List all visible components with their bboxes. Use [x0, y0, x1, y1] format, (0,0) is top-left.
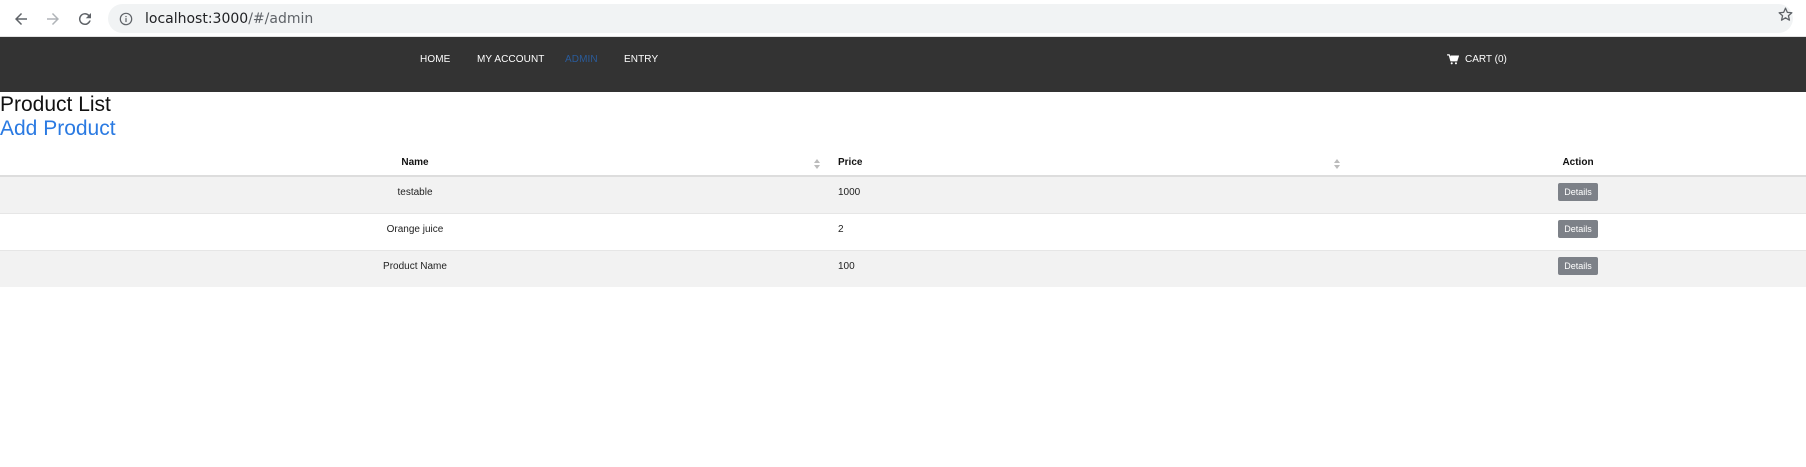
table-row: Product Name 100 Details [0, 249, 1806, 287]
nav-my-account[interactable]: MY ACCOUNT [477, 37, 545, 92]
bookmark-star-icon[interactable] [1777, 6, 1794, 23]
nav-entry[interactable]: ENTRY [624, 37, 658, 92]
forward-icon[interactable] [41, 7, 65, 31]
column-header-price[interactable]: Price [830, 150, 1350, 177]
url-host: localhost:3000 [145, 10, 249, 27]
details-button[interactable]: Details [1558, 256, 1598, 275]
table-row: Orange juice 2 Details [0, 212, 1806, 250]
cell-action: Details [1350, 175, 1806, 213]
table-row: testable 1000 Details [0, 175, 1806, 213]
add-product-link[interactable]: Add Product [0, 117, 116, 141]
reload-icon[interactable] [73, 7, 97, 31]
column-header-action: Action [1350, 150, 1806, 177]
info-icon[interactable] [118, 11, 134, 27]
cell-action: Details [1350, 249, 1806, 287]
back-icon[interactable] [9, 7, 33, 31]
cell-name: Orange juice [0, 212, 830, 250]
cell-action: Details [1350, 212, 1806, 250]
app-navbar: HOME MY ACCOUNT ADMIN ENTRY CART (0) [0, 37, 1806, 92]
table-header-row: Name Price Action [0, 150, 1806, 177]
cell-name: Product Name [0, 249, 830, 287]
column-header-name-label: Name [401, 157, 429, 168]
column-header-name[interactable]: Name [0, 150, 830, 177]
nav-home[interactable]: HOME [420, 37, 450, 92]
cell-price: 100 [830, 249, 1350, 287]
cell-price: 2 [830, 212, 1350, 250]
sort-icon[interactable] [814, 159, 820, 169]
sort-icon[interactable] [1334, 159, 1340, 169]
column-header-action-label: Action [1562, 157, 1594, 168]
url-text: localhost:3000/#/admin [145, 11, 313, 27]
column-header-price-label: Price [838, 157, 863, 168]
product-table: Name Price Action testable 1000 Details … [0, 150, 1806, 287]
page-title: Product List [0, 93, 111, 116]
browser-toolbar: localhost:3000/#/admin [0, 0, 1806, 37]
cart-link[interactable]: CART (0) [1447, 37, 1507, 92]
cell-price: 1000 [830, 175, 1350, 213]
cart-icon [1447, 54, 1459, 65]
address-bar[interactable]: localhost:3000/#/admin [108, 4, 1793, 33]
nav-admin[interactable]: ADMIN [565, 37, 598, 92]
url-path: /#/admin [248, 10, 314, 27]
cell-name: testable [0, 175, 830, 213]
cart-label: CART (0) [1465, 54, 1507, 65]
details-button[interactable]: Details [1558, 183, 1598, 201]
details-button[interactable]: Details [1558, 219, 1598, 238]
